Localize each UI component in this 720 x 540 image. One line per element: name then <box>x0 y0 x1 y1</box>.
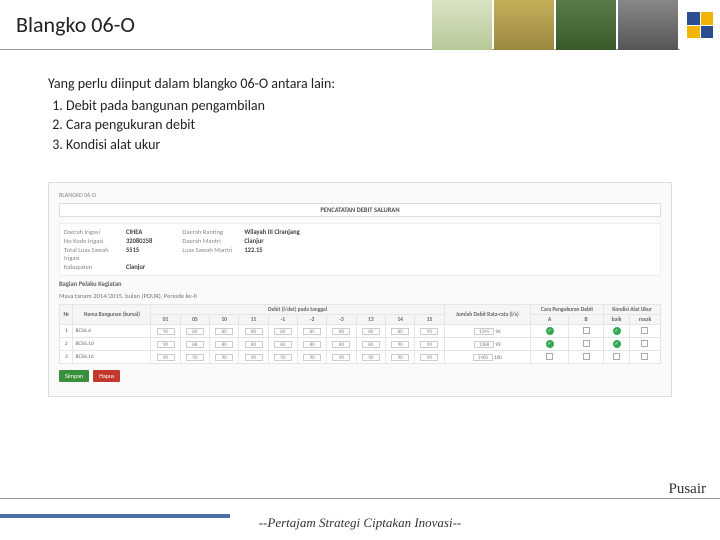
debit-input[interactable]: 85 <box>303 328 321 335</box>
debit-input[interactable]: 90 <box>157 341 175 348</box>
debit-input[interactable]: 90 <box>420 341 438 348</box>
radio-b[interactable] <box>583 353 590 360</box>
save-button[interactable]: Simpan <box>59 370 89 382</box>
section-subtitle: Bagian Pelaku Kegiatan <box>59 280 661 288</box>
debit-input[interactable]: 90 <box>303 354 321 361</box>
thumb-logo <box>680 0 720 50</box>
radio-rusak[interactable] <box>641 353 648 360</box>
info-left: Daerah IrigasiCIHEA No Kode Irigasi32080… <box>64 228 152 271</box>
list-item: Kondisi alat ukur <box>66 135 672 155</box>
delete-button[interactable]: Hapus <box>93 370 120 382</box>
debit-input[interactable]: 80 <box>245 328 263 335</box>
debit-input[interactable]: 80 <box>215 341 233 348</box>
debit-table: Nr Nama Bangunan (kursal) Debit (l/det) … <box>59 304 661 364</box>
intro-list: Debit pada bangunan pengambilan Cara pen… <box>48 96 672 155</box>
debit-input[interactable]: 80 <box>362 328 380 335</box>
radio-b[interactable] <box>583 327 590 334</box>
debit-input[interactable]: 80 <box>332 328 350 335</box>
sum-field[interactable]: 1388 <box>474 341 494 348</box>
radio-a[interactable] <box>546 353 553 360</box>
pu-logo-icon <box>687 12 713 38</box>
header-images <box>432 0 720 50</box>
debit-input[interactable]: 90 <box>332 354 350 361</box>
thumb-field <box>494 0 554 50</box>
info-right: Daerah RantingWilayah III Ciranjang Daer… <box>182 228 299 271</box>
breadcrumb: BLANGKO 06-O <box>59 191 661 199</box>
slide-header: Blangko 06-O <box>0 0 720 50</box>
list-item: Debit pada bangunan pengambilan <box>66 96 672 116</box>
debit-input[interactable]: 80 <box>186 328 204 335</box>
table-row: 3BCS6.16909090909090909090901400 100 <box>60 351 661 364</box>
debit-input[interactable]: 90 <box>215 354 233 361</box>
radio-rusak[interactable] <box>641 327 648 334</box>
page-title: Blangko 06-O <box>16 11 135 38</box>
footer-accent <box>0 514 230 518</box>
radio-baik[interactable]: ✓ <box>613 327 621 335</box>
radio-b[interactable] <box>583 340 590 347</box>
radio-baik[interactable] <box>613 353 620 360</box>
debit-input[interactable]: 80 <box>245 341 263 348</box>
period-text: Masa tanam 2014/2015, bulan (POUR), Peri… <box>59 292 661 300</box>
app-screenshot: BLANGKO 06-O PENCATATAN DEBIT SALURAN Da… <box>48 182 672 397</box>
debit-input[interactable]: 90 <box>245 354 263 361</box>
debit-input[interactable]: 80 <box>215 328 233 335</box>
debit-input[interactable]: 80 <box>391 328 409 335</box>
table-row: 2BCS6.10908880808080808090901388 99✓✓ <box>60 338 661 351</box>
panel-title: PENCATATAN DEBIT SALURAN <box>59 203 661 217</box>
form-buttons: Simpan Hapus <box>59 370 661 382</box>
main-content: Yang perlu diinput dalam blangko 06-O an… <box>0 50 720 154</box>
intro-lead: Yang perlu diinput dalam blangko 06-O an… <box>48 74 672 94</box>
radio-a[interactable]: ✓ <box>546 340 554 348</box>
debit-input[interactable]: 90 <box>362 354 380 361</box>
info-panel: Daerah IrigasiCIHEA No Kode Irigasi32080… <box>59 223 661 276</box>
debit-input[interactable]: 80 <box>274 328 292 335</box>
debit-input[interactable]: 80 <box>362 341 380 348</box>
footer-brand: Pusair <box>669 481 707 498</box>
thumb-forest <box>556 0 616 50</box>
radio-rusak[interactable] <box>641 340 648 347</box>
sum-field[interactable]: 1345 <box>474 328 494 335</box>
table-row: 1BCS6.6908080808085808080901345 96✓✓ <box>60 325 661 338</box>
debit-input[interactable]: 90 <box>157 328 175 335</box>
thumb-dam <box>618 0 678 50</box>
radio-baik[interactable]: ✓ <box>613 340 621 348</box>
debit-input[interactable]: 80 <box>332 341 350 348</box>
debit-input[interactable]: 90 <box>420 354 438 361</box>
debit-input[interactable]: 90 <box>420 328 438 335</box>
debit-input[interactable]: 90 <box>391 354 409 361</box>
debit-input[interactable]: 90 <box>157 354 175 361</box>
radio-a[interactable]: ✓ <box>546 327 554 335</box>
debit-input[interactable]: 90 <box>186 354 204 361</box>
slide-footer: Pusair --Pertajam Strategi Ciptakan Inov… <box>0 498 720 540</box>
debit-input[interactable]: 90 <box>391 341 409 348</box>
debit-input[interactable]: 80 <box>274 341 292 348</box>
debit-input[interactable]: 88 <box>186 341 204 348</box>
list-item: Cara pengukuran debit <box>66 115 672 135</box>
table-header-row: Nr Nama Bangunan (kursal) Debit (l/det) … <box>60 305 661 315</box>
thumb-app <box>432 0 492 50</box>
sum-field[interactable]: 1400 <box>473 354 493 361</box>
debit-input[interactable]: 80 <box>303 341 321 348</box>
debit-input[interactable]: 90 <box>274 354 292 361</box>
